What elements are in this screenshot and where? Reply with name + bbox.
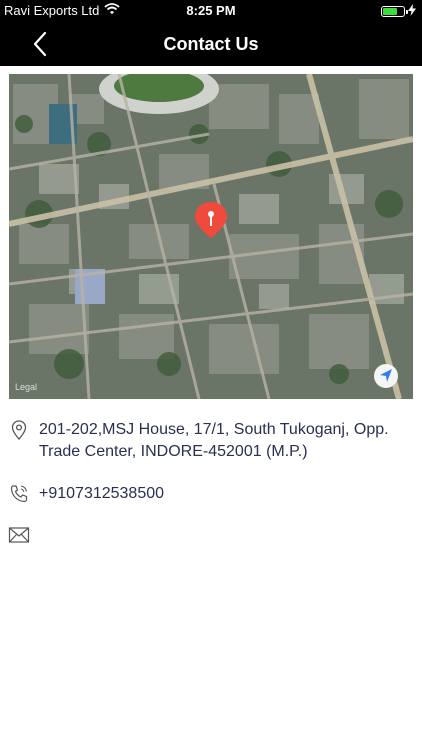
phone-icon — [8, 483, 30, 505]
charging-icon — [408, 4, 416, 19]
map-legal-label[interactable]: Legal — [15, 382, 37, 392]
navigation-bar: Contact Us — [0, 22, 422, 66]
page-title: Contact Us — [163, 34, 259, 54]
location-pin-icon — [8, 419, 30, 441]
phone-number-link[interactable]: +9107312538500 — [39, 483, 164, 505]
status-bar: Ravi Exports Ltd 8:25 PM — [0, 0, 422, 22]
battery-icon — [381, 6, 408, 17]
map-view[interactable]: Legal — [9, 74, 413, 399]
top-bar: Ravi Exports Ltd 8:25 PM Contact Us — [0, 0, 422, 66]
envelope-icon — [8, 524, 30, 546]
status-time: 8:25 PM — [186, 3, 236, 18]
address-text: 201-202,MSJ House, 17/1, South Tukoganj,… — [39, 421, 389, 460]
navigation-arrow-icon[interactable] — [374, 364, 398, 388]
email-row[interactable] — [8, 524, 39, 546]
phone-row[interactable]: +9107312538500 — [8, 483, 164, 505]
address-row: 201-202,MSJ House, 17/1, South Tukoganj,… — [8, 419, 399, 463]
